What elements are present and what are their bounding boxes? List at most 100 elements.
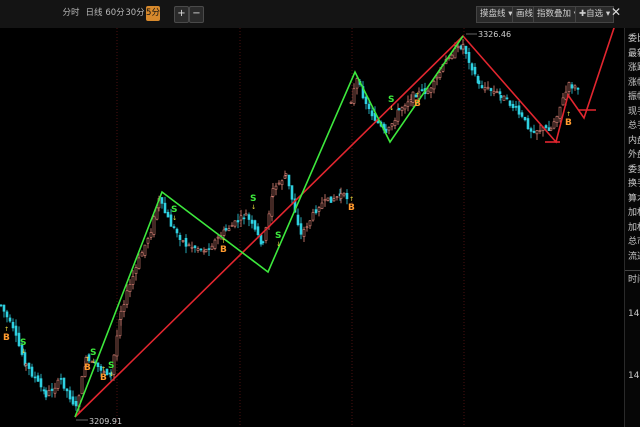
candle-body	[364, 96, 368, 105]
candle-body	[146, 238, 150, 244]
period-30min-tab[interactable]: 30分	[125, 6, 145, 21]
candle-body	[308, 220, 312, 227]
candle-body	[30, 366, 34, 377]
candle-body	[492, 90, 496, 94]
candle-body	[535, 130, 539, 135]
signal-arrow-icon: ↓	[109, 371, 114, 378]
candle-body	[137, 257, 141, 269]
signal-arrow-icon: ↑	[4, 326, 9, 333]
high-price-text: 3326.46	[478, 30, 511, 39]
sell-signal: S	[108, 361, 114, 371]
candle-body	[5, 311, 9, 318]
candle-body	[271, 188, 275, 197]
period-5min-tab[interactable]: 5分	[146, 6, 160, 21]
candle-body	[390, 123, 394, 127]
candle-body	[155, 207, 159, 220]
candle-body	[538, 130, 542, 132]
quote-label: 总市	[628, 237, 640, 247]
trade-time: 14:3	[628, 371, 640, 381]
candle-body	[426, 90, 430, 94]
candle-body	[570, 84, 574, 89]
candle-body	[400, 107, 404, 112]
candle-body	[236, 220, 240, 223]
candle-body	[332, 198, 336, 202]
watchlist-dropdown[interactable]: ✚自选 ▾	[575, 6, 615, 23]
candle-body	[175, 228, 179, 234]
zoom-out-button[interactable]: −	[189, 6, 204, 23]
candle-body	[326, 197, 330, 201]
candle-body	[284, 173, 288, 176]
candle-body	[558, 106, 562, 119]
candle-body	[65, 388, 69, 392]
candle-body	[50, 388, 54, 391]
quote-label: 涨跌	[628, 63, 640, 73]
candle-body	[68, 390, 72, 400]
quote-label: 最新	[628, 48, 640, 59]
chart-toolbar: 分时 日线 60分 30分 5分 + − 摸盘线 ▾ 画线 指数叠加 ▾ ✚自选…	[0, 0, 640, 28]
sell-signal: S	[90, 348, 96, 358]
candle-body	[242, 217, 246, 220]
candle-body	[555, 116, 559, 123]
candle-body	[247, 214, 251, 220]
candle-body	[256, 226, 260, 236]
signal-arrow-icon: ↓	[172, 215, 177, 222]
candle-body	[567, 82, 571, 92]
indicator-line-dropdown[interactable]: 摸盘线 ▾	[476, 6, 517, 23]
buy-signal: B	[100, 373, 107, 383]
candle-body	[222, 229, 226, 236]
candle-body	[467, 52, 471, 63]
candle-body	[80, 376, 84, 395]
candle-body	[216, 236, 220, 239]
candle-body	[119, 310, 123, 320]
high-price-label: 3326.46	[466, 30, 511, 39]
candle-body	[39, 378, 43, 388]
candle-body	[131, 276, 135, 285]
candle-body	[526, 118, 530, 130]
quote-side-panel: 委比最新涨跌涨幅振幅现手总手内盘外盘委卖换手算术加权加权总市流通 时间 14:3…	[624, 28, 640, 427]
candle-body	[514, 106, 518, 108]
candle-body	[287, 174, 291, 187]
zoom-in-button[interactable]: +	[174, 6, 189, 23]
candle-body	[495, 91, 499, 94]
candle-body	[140, 252, 144, 257]
candle-body	[274, 185, 278, 190]
candle-body	[393, 120, 397, 126]
buy-signal: B	[3, 333, 10, 343]
candle-body	[239, 215, 243, 221]
trade-time: 14:3	[628, 309, 640, 319]
candle-body	[53, 387, 57, 394]
candle-body	[207, 248, 211, 250]
candle-body	[125, 290, 129, 305]
signal-arrow-icon: ↓	[276, 241, 281, 248]
candle-body	[115, 335, 119, 357]
candle-body	[435, 76, 439, 80]
candle-body	[187, 244, 191, 247]
close-icon[interactable]: ✕	[611, 5, 621, 19]
candle-body	[196, 248, 200, 251]
candle-body	[305, 226, 309, 229]
candle-body	[59, 378, 63, 380]
candle-body	[345, 192, 349, 200]
candle-body	[499, 95, 503, 98]
period-daily-tab[interactable]: 日线	[84, 6, 104, 21]
kline-chart[interactable]: 3326.46 3209.91 B↑S↓B↑S↓B↑ S↓S↓B↑S↓S↓B↑S↓…	[0, 28, 624, 427]
candle-body	[267, 213, 271, 227]
candle-body	[456, 45, 460, 49]
quote-label: 委比	[628, 34, 640, 44]
low-price-text: 3209.91	[89, 417, 122, 426]
candle-body	[33, 376, 37, 379]
candle-body	[160, 197, 164, 204]
candle-body	[432, 80, 436, 90]
candle-body	[477, 80, 481, 85]
chart-grid	[116, 28, 465, 427]
candle-body	[502, 95, 506, 101]
red-trend-line	[74, 28, 615, 418]
candle-body	[470, 63, 474, 71]
signal-arrow-icon: ↑	[101, 366, 106, 373]
candle-body	[549, 127, 553, 131]
candle-body	[523, 116, 527, 121]
period-60min-tab[interactable]: 60分	[105, 6, 125, 21]
candle-body	[36, 375, 40, 382]
period-intraday-tab[interactable]: 分时	[60, 6, 82, 21]
candle-body	[210, 245, 214, 250]
